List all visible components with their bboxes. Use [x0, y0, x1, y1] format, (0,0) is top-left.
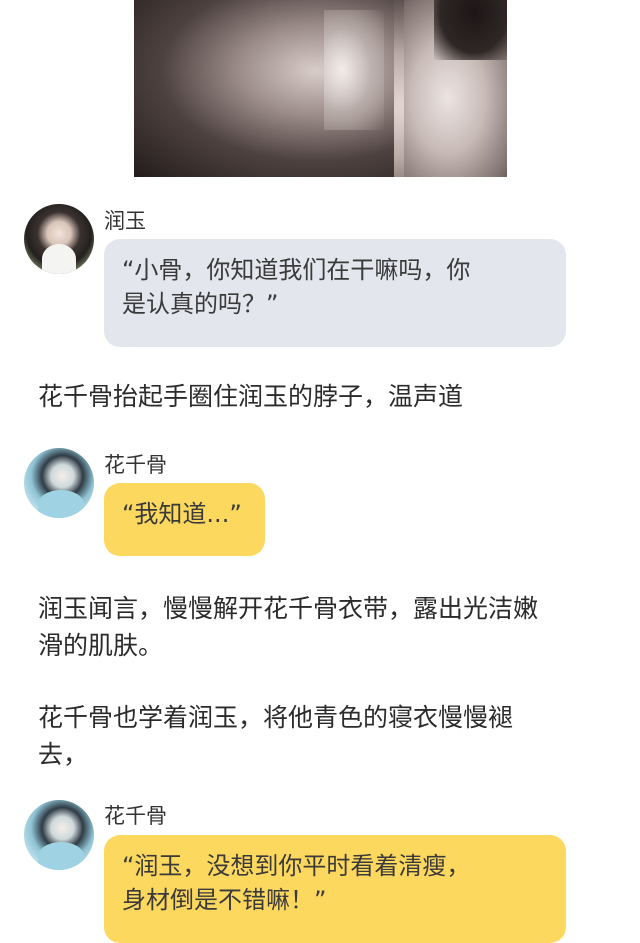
chat-bubble: “小骨，你知道我们在干嘛吗，你 是认真的吗？” [104, 239, 566, 347]
narration-line: 花千骨也学着润玉，将他青色的寝衣慢慢褪 [38, 703, 514, 732]
narration-text: 润玉闻言，慢慢解开花千骨衣带，露出光洁嫩 滑的肌肤。 [38, 590, 613, 664]
narration-line: 去， [38, 740, 89, 769]
hero-photo-highlight [324, 10, 384, 130]
hero-photo-hair [434, 0, 507, 60]
avatar-huaqiangu[interactable] [24, 800, 94, 870]
chat-bubble-line: 是认真的吗？” [122, 290, 279, 318]
chat-bubble: “润玉，没想到你平时看着清瘦， 身材倒是不错嘛！” [104, 835, 566, 943]
chat-bubble-line: “小骨，你知道我们在干嘛吗，你 [122, 256, 471, 284]
avatar-huaqiangu[interactable] [24, 448, 94, 518]
narration-text: 花千骨抬起手圈住润玉的脖子，温声道 [38, 382, 464, 411]
narration-line: 滑的肌肤。 [38, 631, 164, 660]
chat-bubble-line: “润玉，没想到你平时看着清瘦， [122, 852, 471, 880]
chat-bubble: “我知道...” [104, 483, 265, 556]
speaker-name: 花千骨 [104, 453, 167, 477]
narration-text: 花千骨也学着润玉，将他青色的寝衣慢慢褪 去， [38, 699, 613, 773]
speaker-name: 花千骨 [104, 804, 167, 828]
avatar-runyu[interactable] [24, 204, 94, 274]
chat-bubble-line: 身材倒是不错嘛！” [122, 886, 327, 914]
speaker-name: 润玉 [104, 209, 146, 233]
narration-line: 润玉闻言，慢慢解开花千骨衣带，露出光洁嫩 [38, 594, 539, 623]
hero-photo [134, 0, 507, 177]
